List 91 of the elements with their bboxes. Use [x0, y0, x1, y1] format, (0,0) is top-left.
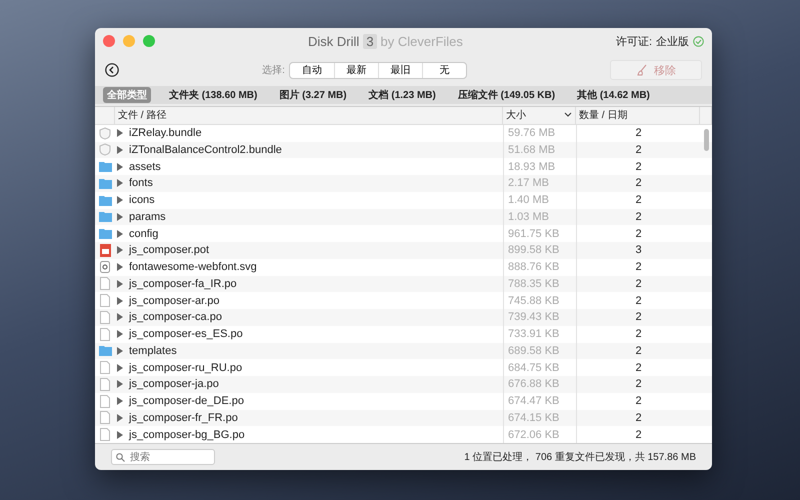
search-field[interactable]: 搜索 [111, 449, 215, 465]
file-name: js_composer-fr_FR.po [129, 412, 238, 424]
file-size: 1.40 MB [508, 194, 549, 206]
file-count: 2 [635, 395, 642, 408]
file-count: 2 [635, 328, 642, 340]
file-name: js_composer-ar.po [129, 294, 220, 307]
file-name: iZRelay.bundle [129, 127, 202, 140]
file-count: 3 [635, 244, 642, 256]
file-name: js_composer-fa_IR.po [129, 278, 237, 290]
file-size: 888.76 KB [508, 261, 560, 274]
file-size: 745.88 KB [508, 294, 560, 307]
folder-icon [98, 161, 112, 172]
file-name: js_composer-ca.po [129, 311, 222, 324]
file-name: assets [129, 160, 161, 173]
file-count: 2 [635, 344, 642, 357]
window-title: Disk Drill [308, 34, 360, 48]
check-icon [693, 36, 704, 46]
window-subtitle: by CleverFiles [380, 34, 463, 48]
select-label: 选择: [262, 64, 285, 77]
file-name: iZTonalBalanceControl2.bundle [129, 144, 282, 156]
type-tab[interactable]: 图片 (3.27 MB) [275, 87, 351, 103]
shield-icon [99, 126, 111, 140]
type-tab[interactable]: 文档 (1.23 MB) [364, 87, 440, 103]
broom-icon [638, 64, 646, 76]
version-badge: 3 [363, 34, 377, 48]
file-count: 2 [635, 412, 642, 424]
file-name: js_composer-bg_BG.po [129, 428, 245, 441]
file-size: 18.93 MB [508, 160, 556, 173]
file-size: 961.75 KB [508, 228, 560, 240]
file-size: 788.35 KB [508, 278, 560, 290]
file-name: js_composer-de_DE.po [129, 395, 244, 408]
file-name: config [129, 228, 158, 240]
file-name: icons [129, 194, 155, 206]
file-icon [100, 361, 110, 374]
file-count: 2 [635, 261, 642, 274]
file-size: 739.43 KB [508, 311, 560, 324]
license-label: 许可证: [616, 34, 652, 48]
file-count: 2 [635, 177, 642, 190]
font-file-icon [100, 261, 110, 274]
file-count: 2 [635, 294, 642, 307]
file-count: 2 [635, 278, 642, 290]
file-count: 2 [635, 144, 642, 156]
file-count: 2 [635, 210, 642, 223]
type-tab[interactable]: 压缩文件 (149.05 KB) [454, 87, 560, 103]
file-name: templates [129, 344, 177, 357]
file-size: 1.03 MB [508, 210, 549, 223]
file-size: 676.88 KB [508, 378, 560, 390]
folder-icon [98, 178, 112, 189]
back-button[interactable] [105, 63, 119, 77]
file-count: 2 [635, 127, 642, 140]
file-name: js_composer.pot [129, 244, 210, 256]
file-size: 674.15 KB [508, 412, 560, 424]
file-name: js_composer-ru_RU.po [129, 362, 242, 374]
file-name: params [129, 210, 166, 223]
file-name: js_composer-ja.po [129, 378, 219, 390]
file-name: fonts [129, 177, 153, 190]
file-count: 2 [635, 194, 642, 206]
file-size: 672.06 KB [508, 428, 560, 441]
file-size: 689.58 KB [508, 344, 560, 357]
file-size: 733.91 KB [508, 328, 560, 340]
type-tab[interactable]: 文件夹 (138.60 MB) [165, 87, 262, 103]
file-size: 684.75 KB [508, 362, 560, 374]
type-tab[interactable]: 其他 (14.62 MB) [573, 87, 654, 103]
scrollbar-thumb[interactable] [704, 129, 709, 151]
close-button[interactable] [103, 35, 115, 47]
license-value: 企业版 [656, 34, 689, 48]
column-header[interactable]: 数量 / 日期 [576, 107, 700, 124]
file-count: 2 [635, 228, 642, 240]
file-icon [100, 294, 110, 308]
file-count: 2 [635, 160, 642, 173]
column-header[interactable]: 大小 [503, 107, 576, 124]
file-icon [100, 394, 110, 408]
file-size: 899.58 KB [508, 244, 560, 256]
folder-icon [98, 345, 112, 356]
file-size: 2.17 MB [508, 177, 549, 190]
file-count: 2 [635, 378, 642, 390]
file-size: 59.76 MB [508, 127, 556, 140]
status-text: 1 位置已处理， 706 重复文件已发现，共 157.86 MB [464, 450, 696, 464]
file-count: 2 [635, 311, 642, 324]
chevron-down-icon[interactable] [564, 112, 572, 118]
column-header[interactable]: 文件 / 路径 [115, 107, 503, 124]
file-icon [100, 328, 110, 341]
file-size: 51.68 MB [508, 144, 556, 156]
folder-icon [98, 228, 112, 240]
file-name: fontawesome-webfont.svg [129, 261, 257, 274]
folder-icon [98, 194, 112, 206]
folder-icon [98, 211, 112, 222]
file-count: 2 [635, 428, 642, 441]
file-count: 2 [635, 362, 642, 374]
file-name: js_composer-es_ES.po [129, 328, 243, 340]
file-size: 674.47 KB [508, 395, 560, 408]
